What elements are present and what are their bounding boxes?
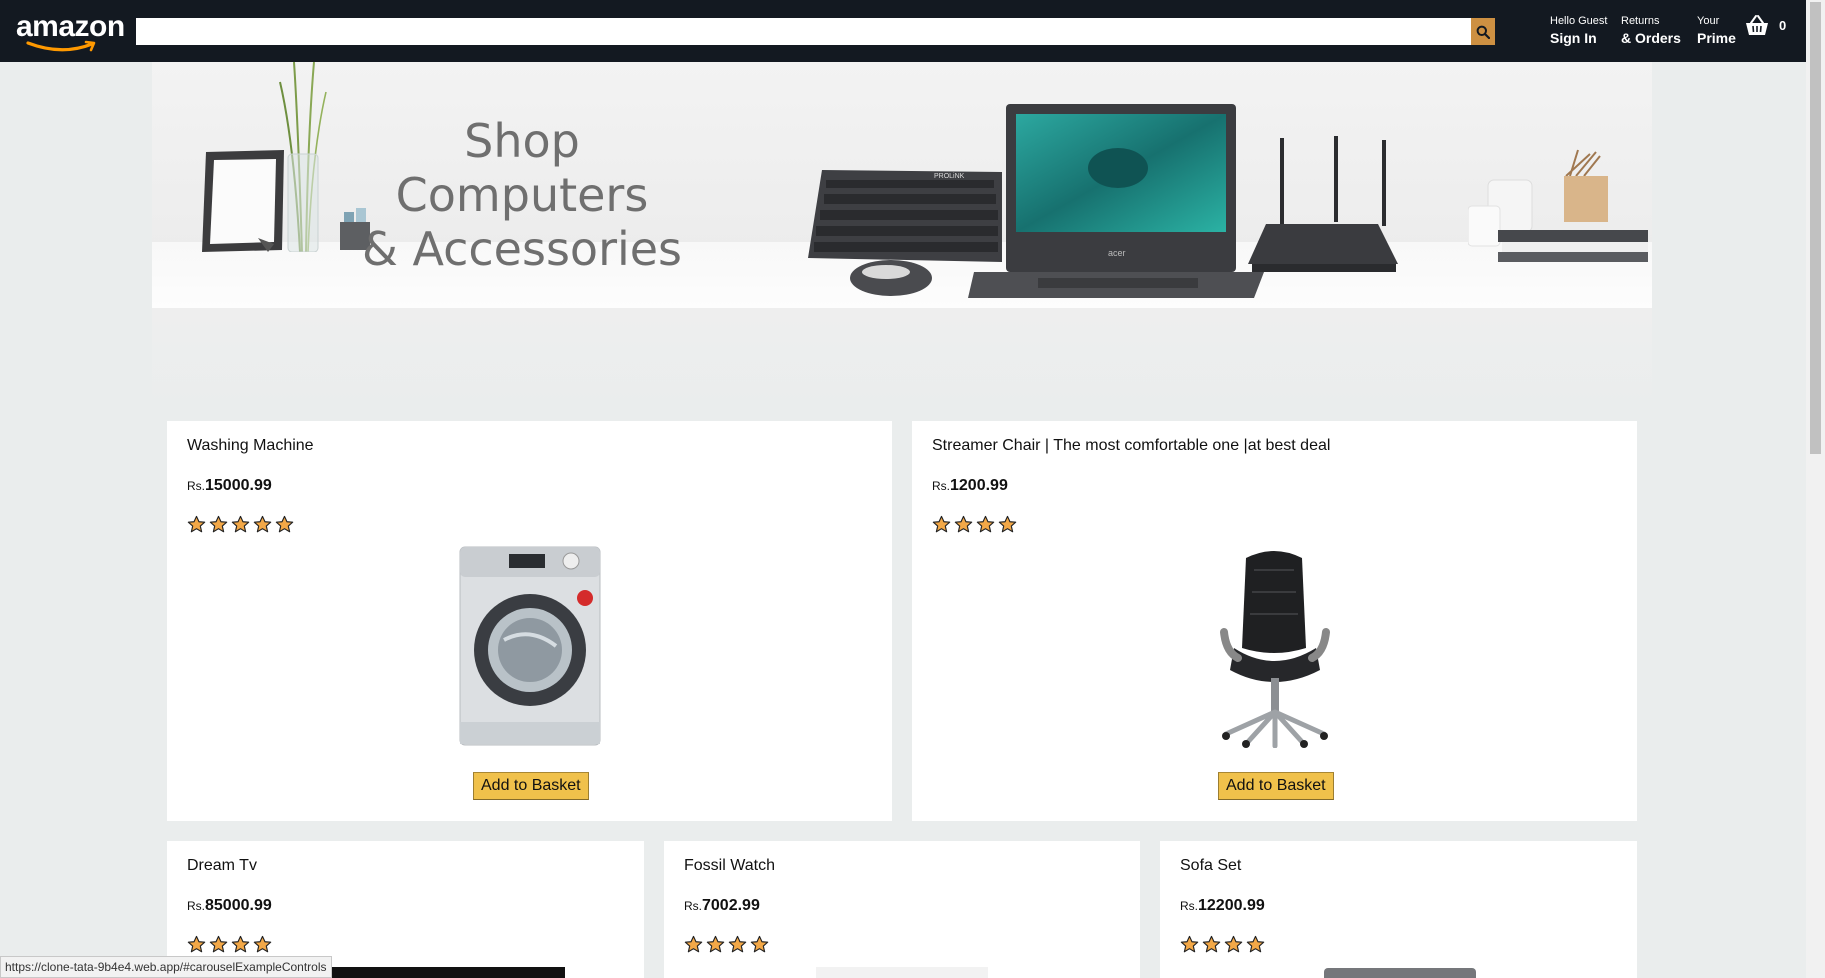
nav-orders-label: & Orders <box>1621 30 1681 46</box>
nav-prime[interactable]: Your Prime <box>1697 14 1736 48</box>
price-currency: Rs. <box>187 479 205 493</box>
search-icon <box>1476 25 1490 39</box>
star-icon <box>1180 935 1199 954</box>
sofa-image <box>1324 968 1476 978</box>
hero-banner: Shop Computers & Accessories PROLiNK ace… <box>152 62 1652 412</box>
price-currency: Rs. <box>684 899 702 913</box>
product-rating <box>1180 935 1265 954</box>
star-icon <box>187 515 206 534</box>
price-value: 7002.99 <box>702 897 760 914</box>
keyboard-brand: PROLiNK <box>934 173 965 180</box>
nav-your-label: Your <box>1697 15 1720 27</box>
star-icon <box>275 515 294 534</box>
nav-returns-label: Returns <box>1621 15 1660 27</box>
search-bar <box>136 18 1495 45</box>
vase-image <box>279 62 327 252</box>
product-price: Rs.7002.99 <box>684 897 760 915</box>
product-card: Sofa Set Rs.12200.99 <box>1160 841 1637 978</box>
product-price: Rs.15000.99 <box>187 477 272 495</box>
hero-headline-line1: Shop Computers <box>395 114 649 222</box>
price-value: 1200.99 <box>950 477 1008 494</box>
product-title: Dream Tv <box>187 857 257 874</box>
add-to-basket-button[interactable]: Add to Basket <box>473 772 589 800</box>
price-currency: Rs. <box>1180 899 1198 913</box>
product-rating <box>932 515 1017 534</box>
price-value: 85000.99 <box>205 897 272 914</box>
star-icon <box>231 515 250 534</box>
mouse-image <box>850 260 932 296</box>
product-rating <box>187 935 272 954</box>
hero-fade <box>152 308 1652 412</box>
laptop-image: acer <box>968 104 1264 298</box>
product-rating <box>684 935 769 954</box>
star-icon <box>932 515 951 534</box>
product-card: Streamer Chair | The most comfortable on… <box>912 421 1637 821</box>
product-card: Fossil Watch Rs.7002.99 <box>664 841 1140 978</box>
star-icon <box>253 935 272 954</box>
watch-image <box>816 967 988 978</box>
star-icon <box>998 515 1017 534</box>
office-chair-image <box>1216 548 1334 753</box>
price-value: 15000.99 <box>205 477 272 494</box>
hero-headline: Shop Computers & Accessories <box>352 114 692 276</box>
scrollbar-thumb[interactable] <box>1810 2 1821 454</box>
product-title: Sofa Set <box>1180 857 1242 874</box>
laptop-brand: acer <box>1108 248 1126 258</box>
star-icon <box>728 935 747 954</box>
star-icon <box>750 935 769 954</box>
star-icon <box>1246 935 1265 954</box>
amazon-logo[interactable]: amazon <box>16 10 125 56</box>
price-currency: Rs. <box>187 899 205 913</box>
product-card: Washing Machine Rs.15000.99 Add to Baske… <box>167 421 892 821</box>
star-icon <box>231 935 250 954</box>
page-scrollbar[interactable] <box>1806 0 1825 978</box>
price-currency: Rs. <box>932 479 950 493</box>
nav-sign-in[interactable]: Hello Guest Sign In <box>1550 14 1607 48</box>
product-price: Rs.12200.99 <box>1180 897 1265 915</box>
product-title: Fossil Watch <box>684 857 775 874</box>
logo-text: amazon <box>16 10 125 43</box>
star-icon <box>1224 935 1243 954</box>
product-price: Rs.1200.99 <box>932 477 1008 495</box>
star-icon <box>209 515 228 534</box>
product-price: Rs.85000.99 <box>187 897 272 915</box>
washing-machine-image <box>459 546 601 751</box>
nav-sign-in-label: Sign In <box>1550 30 1597 46</box>
top-navbar: amazon Hello Guest Sign In Returns & Ord… <box>0 0 1806 62</box>
status-bar-url: https://clone-tata-9b4e4.web.app/#carous… <box>0 956 332 978</box>
star-icon <box>684 935 703 954</box>
logo-smile-icon <box>26 40 96 52</box>
product-title: Washing Machine <box>187 437 314 454</box>
star-icon <box>209 935 228 954</box>
nav-returns-orders[interactable]: Returns & Orders <box>1621 14 1681 48</box>
star-icon <box>954 515 973 534</box>
nav-sign-in-greeting: Hello Guest <box>1550 15 1608 27</box>
product-rating <box>187 515 294 534</box>
hero-headline-line2: & Accessories <box>361 222 683 276</box>
search-button[interactable] <box>1471 18 1495 45</box>
star-icon <box>976 515 995 534</box>
star-icon <box>253 515 272 534</box>
basket-icon <box>1746 15 1768 35</box>
star-icon <box>1202 935 1221 954</box>
price-value: 12200.99 <box>1198 897 1265 914</box>
product-title: Streamer Chair | The most comfortable on… <box>932 437 1331 454</box>
nav-prime-label: Prime <box>1697 30 1736 46</box>
star-icon <box>187 935 206 954</box>
router-image <box>1248 136 1398 272</box>
add-to-basket-button[interactable]: Add to Basket <box>1218 772 1334 800</box>
search-input[interactable] <box>136 18 1471 45</box>
basket-button[interactable]: 0 <box>1745 14 1786 36</box>
star-icon <box>706 935 725 954</box>
basket-count: 0 <box>1779 17 1787 33</box>
desk-accessories-image <box>1468 149 1648 262</box>
